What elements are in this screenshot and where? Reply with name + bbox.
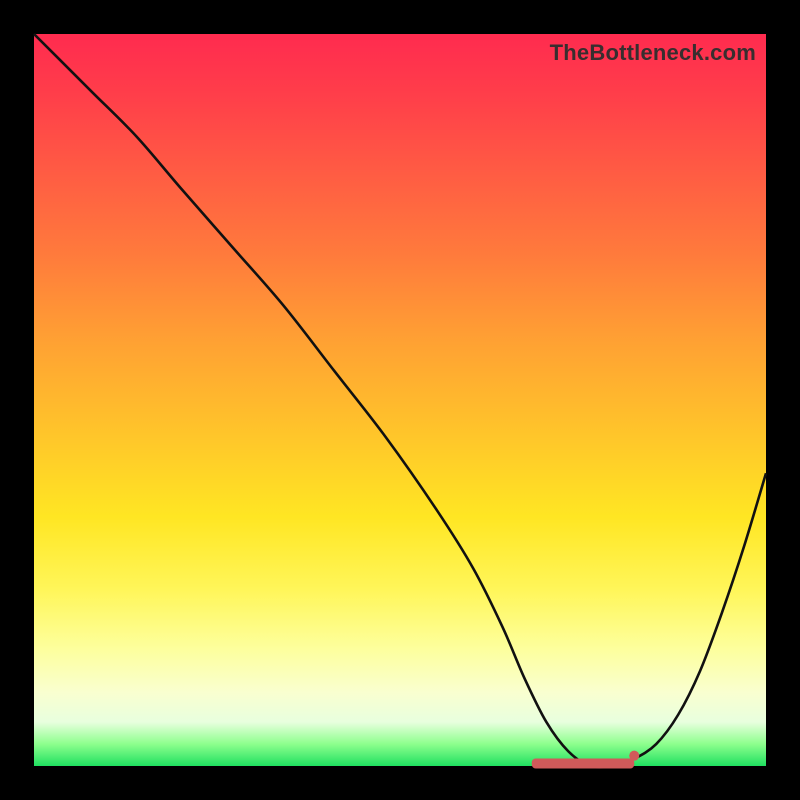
chart-frame: TheBottleneck.com: [0, 0, 800, 800]
sweet-spot-marker: [532, 759, 634, 769]
sweet-spot-end-dot: [629, 751, 639, 761]
chart-plot-area: TheBottleneck.com: [34, 34, 766, 766]
curve-line: [34, 34, 766, 767]
bottleneck-curve: [34, 34, 766, 766]
